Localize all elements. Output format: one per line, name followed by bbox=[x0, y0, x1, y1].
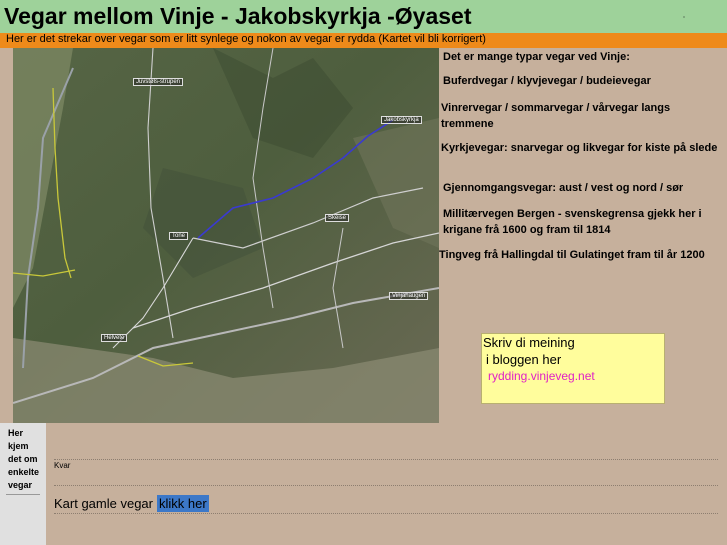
kart-link[interactable]: klikk her bbox=[157, 495, 209, 512]
road-type-kyrkje: Kyrkjevegar: snarvegar og likvegar for k… bbox=[441, 142, 718, 154]
map-label-tone: Tone bbox=[169, 232, 189, 240]
blog-line-2: i bloggen her bbox=[486, 352, 562, 367]
side-panel-text: Her kjem det om enkelte vegar bbox=[8, 427, 39, 492]
divider bbox=[54, 459, 718, 460]
road-types-intro: Det er mange typar vegar ved Vinje: bbox=[443, 51, 630, 63]
map-label-juvstolsstrupen: Juvstøls-strupen bbox=[133, 78, 184, 86]
map-label-jakobskyrkja: Jakobskyrkja bbox=[381, 116, 422, 124]
road-type-tingveg: Tingveg frå Hallingdal til Gulatinget fr… bbox=[439, 249, 705, 261]
map-image bbox=[13, 48, 439, 423]
kart-label: Kart gamle vegar bbox=[54, 496, 153, 511]
side-divider bbox=[6, 494, 40, 495]
subtitle-bar: Her er det strekar over vegar som er lit… bbox=[0, 33, 727, 48]
side-panel: Her kjem det om enkelte vegar bbox=[0, 423, 46, 545]
divider bbox=[54, 485, 718, 486]
kart-row: Kart gamle vegar klikk her bbox=[54, 495, 209, 512]
side-line: vegar bbox=[8, 480, 33, 490]
subtitle-text: Her er det strekar over vegar som er lit… bbox=[6, 33, 486, 45]
road-type-gjennomgang: Gjennomgangsvegar: aust / vest og nord /… bbox=[443, 182, 684, 194]
side-line: enkelte bbox=[8, 467, 40, 477]
map-label-vinjahaugen: Vinjahaugen bbox=[389, 292, 429, 300]
blog-line-1: Skriv di meining bbox=[483, 335, 575, 350]
divider bbox=[54, 513, 718, 514]
blog-box: Skriv di meining i bloggen her rydding.v… bbox=[481, 333, 665, 404]
page-title: Vegar mellom Vinje - Jakobskyrkja -Øyase… bbox=[4, 3, 472, 29]
aerial-map: Juvstøls-strupen Jakobskyrkja Skeise Ton… bbox=[13, 48, 439, 423]
title-bar: Vegar mellom Vinje - Jakobskyrkja -Øyase… bbox=[0, 0, 727, 33]
map-label-skeise: Skeise bbox=[325, 214, 350, 222]
kvar-label: Kvar bbox=[54, 461, 71, 470]
side-line: kjem bbox=[8, 441, 29, 451]
map-label-helvete: Helvete bbox=[101, 334, 128, 342]
road-type-buferd: Buferdvegar / klyvjevegar / budeievegar bbox=[443, 75, 651, 87]
title-dot bbox=[683, 16, 685, 18]
road-type-vinrer: Vinrervegar / sommarvegar / vårvegar lan… bbox=[441, 102, 671, 130]
side-line: det om bbox=[8, 454, 38, 464]
blog-link[interactable]: rydding.vinjeveg.net bbox=[488, 369, 595, 383]
road-type-millitaer: Millitærvegen Bergen - svenskegrensa gje… bbox=[443, 208, 702, 236]
side-line: Her bbox=[8, 428, 24, 438]
